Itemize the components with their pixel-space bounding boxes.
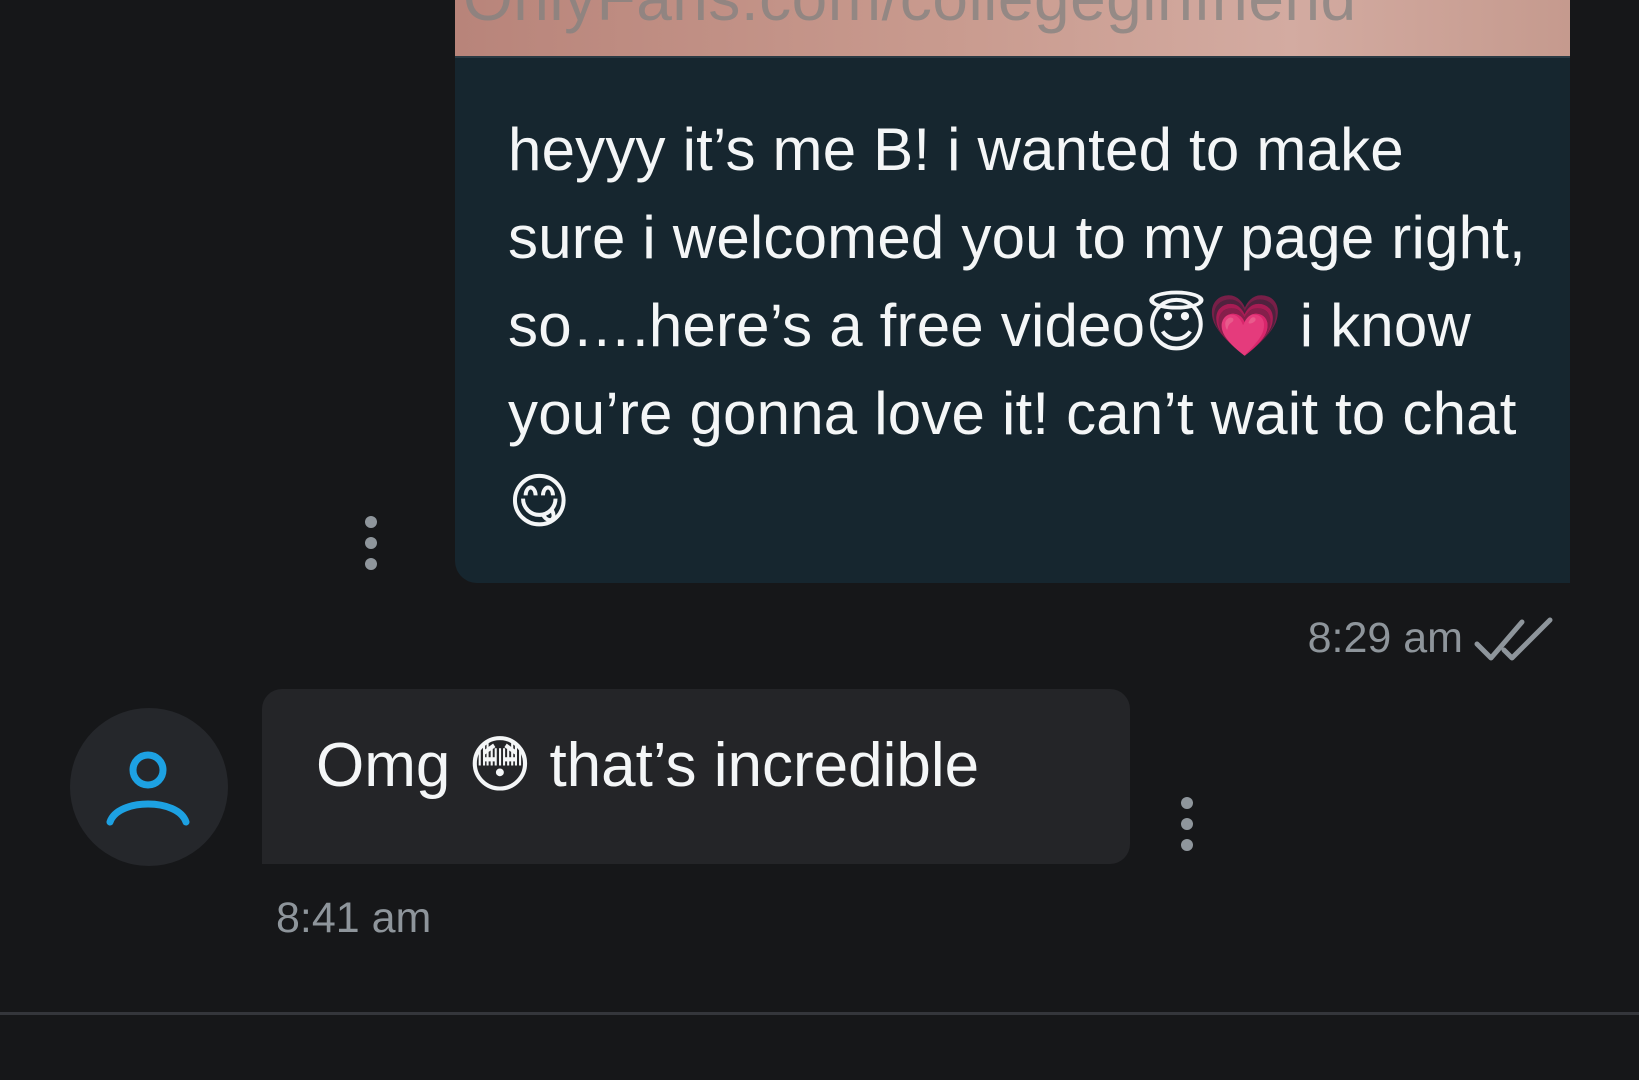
outgoing-message-text: heyyy it’s me B! i wanted to make sure i…: [508, 116, 1526, 535]
incoming-message-bubble[interactable]: Omg 😳 that’s incredible: [262, 689, 1130, 864]
outgoing-message-bubble[interactable]: heyyy it’s me B! i wanted to make sure i…: [455, 58, 1570, 583]
user-icon: [106, 751, 190, 826]
media-preview[interactable]: OnlyFans.com/collegegirlfriend: [455, 0, 1570, 58]
media-watermark: OnlyFans.com/collegegirlfriend: [463, 0, 1357, 30]
outgoing-message-more-icon[interactable]: [364, 516, 378, 570]
double-check-icon: [1474, 617, 1553, 661]
incoming-message-more-icon[interactable]: [1180, 797, 1194, 851]
outgoing-message-time: 8:29 am: [1307, 614, 1463, 662]
incoming-message-time: 8:41 am: [276, 894, 432, 942]
avatar[interactable]: [70, 708, 228, 866]
composer-divider: [0, 1012, 1639, 1015]
incoming-message-text: Omg 😳 that’s incredible: [316, 731, 980, 800]
